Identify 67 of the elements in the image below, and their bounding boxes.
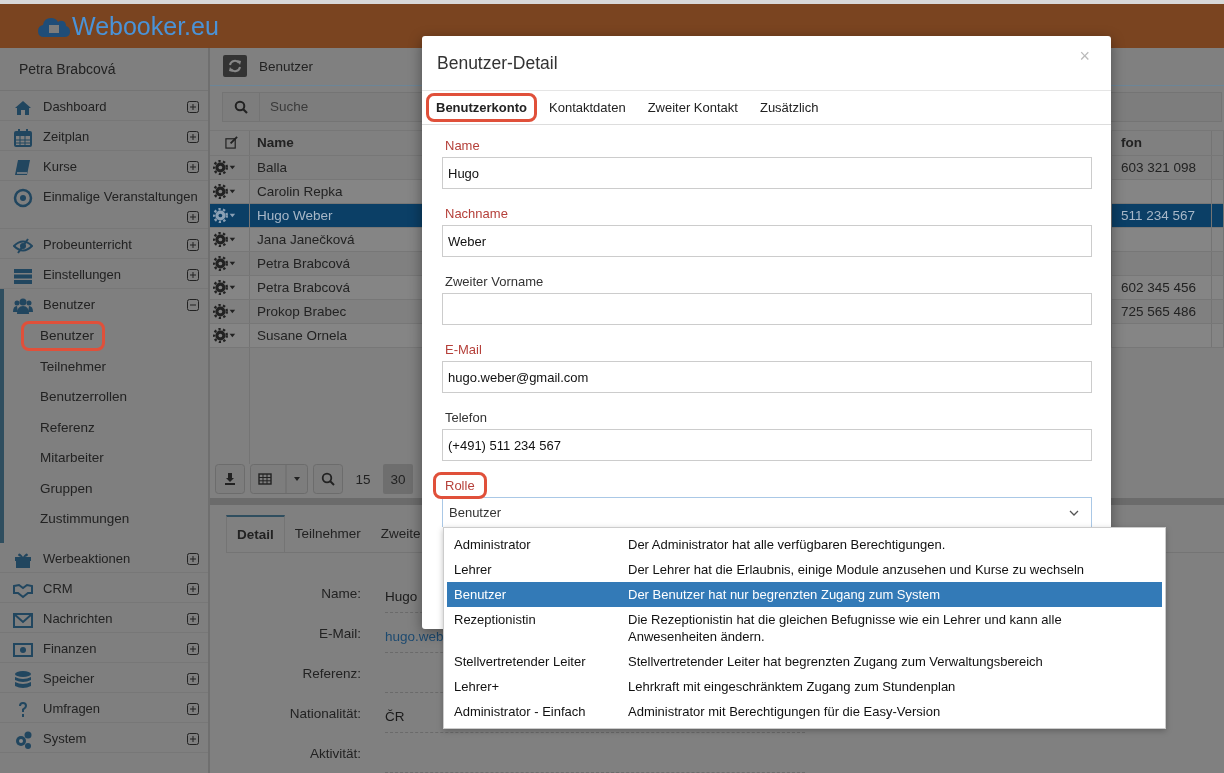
text-field[interactable]: (+491) 511 234 567 <box>442 429 1092 461</box>
role-option[interactable]: Administrator Der Administrator hat alle verfügbaren Berechtigungen. <box>447 532 1162 557</box>
text-field[interactable]: hugo.weber@gmail.com <box>442 361 1092 393</box>
role-option[interactable]: Lehrer+ Lehrkraft mit eingeschränktem Zugang zum Stundenplan <box>447 674 1162 699</box>
dialog-tab[interactable]: Kontaktdaten <box>539 93 636 122</box>
table-cell: 511 234 567 <box>1121 207 1196 223</box>
table-cell: Balla <box>257 159 288 175</box>
field-label: Referenz: <box>301 666 362 683</box>
page-size-button[interactable]: 30 <box>383 464 413 495</box>
table-cell: 603 321 098 <box>1121 159 1197 175</box>
field-label: Nationalität: <box>288 706 362 723</box>
text-field[interactable]: Weber <box>442 225 1092 257</box>
sidebar-subitem[interactable]: Benutzerrollen <box>21 382 139 413</box>
detail-tab[interactable]: Teilnehmer <box>284 515 371 552</box>
dialog-title: Benutzer-Detail <box>437 52 558 74</box>
field-label: Nachname <box>444 205 509 223</box>
detail-tab[interactable]: Detail <box>226 515 285 552</box>
page-size-button[interactable]: 15 <box>348 464 378 495</box>
role-option[interactable]: Lehrer Der Lehrer hat die Erlaubnis, einige Module anzusehen und Kurse zu wechseln <box>447 557 1162 582</box>
field-label: Telefon <box>444 409 488 427</box>
sidebar-item[interactable]: Benutzer <box>0 289 208 319</box>
sidebar-item[interactable]: Speicher <box>0 662 208 693</box>
field-label: Name <box>444 137 481 155</box>
table-cell: Petra Brabcová <box>257 279 351 295</box>
field-label: E-Mail <box>444 341 483 359</box>
table-cell: Prokop Brabec <box>257 303 347 319</box>
sidebar-item[interactable]: System <box>0 722 208 753</box>
sidebar-item[interactable]: Einmalige Veranstaltungen <box>0 181 208 229</box>
sidebar-item[interactable]: Probeunterricht <box>0 229 208 259</box>
dialog-tab[interactable]: Zusätzlich <box>749 93 829 122</box>
table-cell: Carolin Repka <box>257 183 343 199</box>
detail-tab[interactable]: Zweite <box>370 515 431 552</box>
field-label: Zweiter Vorname <box>444 273 545 291</box>
field-label: Aktivität: <box>309 746 362 763</box>
dialog-tab[interactable]: Benutzerkonto <box>426 93 537 122</box>
column-header[interactable]: Name <box>257 135 294 151</box>
sidebar-subitem[interactable]: Referenz <box>21 412 106 443</box>
field-label: Name: <box>320 586 362 603</box>
table-cell: 602 345 456 <box>1121 279 1197 295</box>
sidebar-subitem[interactable]: Mitarbeiter <box>21 443 115 474</box>
sidebar-item[interactable]: Umfragen <box>0 692 208 723</box>
sidebar-item[interactable]: Dashboard <box>0 91 208 121</box>
user-name: Petra Brabcová <box>0 48 208 91</box>
page-title: Benutzer <box>259 58 314 74</box>
table-cell: Hugo Weber <box>257 207 333 223</box>
sidebar-item[interactable]: Werbeaktionen <box>0 542 208 573</box>
sidebar-item[interactable]: CRM <box>0 572 208 603</box>
field-label: E-Mail: <box>318 626 362 643</box>
sidebar-item[interactable]: Nachrichten <box>0 602 208 633</box>
sidebar-subitem[interactable]: Teilnehmer <box>21 351 118 382</box>
sidebar-subitem[interactable]: Zustimmungen <box>21 504 141 535</box>
table-cell: Jana Janečková <box>257 231 355 247</box>
role-option[interactable]: Benutzer Der Benutzer hat nur begrenzten Zugang zum System <box>447 582 1162 607</box>
sidebar-subitem[interactable]: Benutzer <box>21 321 106 352</box>
table-cell: Susane Ornela <box>257 327 348 343</box>
sidebar-item[interactable]: Finanzen <box>0 632 208 663</box>
sidebar-subitem[interactable]: Gruppen <box>21 473 104 504</box>
sidebar-item[interactable]: Kurse <box>0 151 208 181</box>
column-header[interactable]: fon <box>1121 135 1142 151</box>
brand-logo[interactable]: Webooker.eu <box>72 11 219 41</box>
field-label: Rolle <box>433 472 487 499</box>
text-field[interactable]: Hugo <box>442 157 1092 189</box>
table-cell: 725 565 486 <box>1121 303 1197 319</box>
table-cell: Petra Brabcová <box>257 255 351 271</box>
sidebar-item[interactable]: Zeitplan <box>0 121 208 151</box>
sidebar-item[interactable]: Einstellungen <box>0 259 208 289</box>
dialog-tab[interactable]: Zweiter Kontakt <box>637 93 748 122</box>
